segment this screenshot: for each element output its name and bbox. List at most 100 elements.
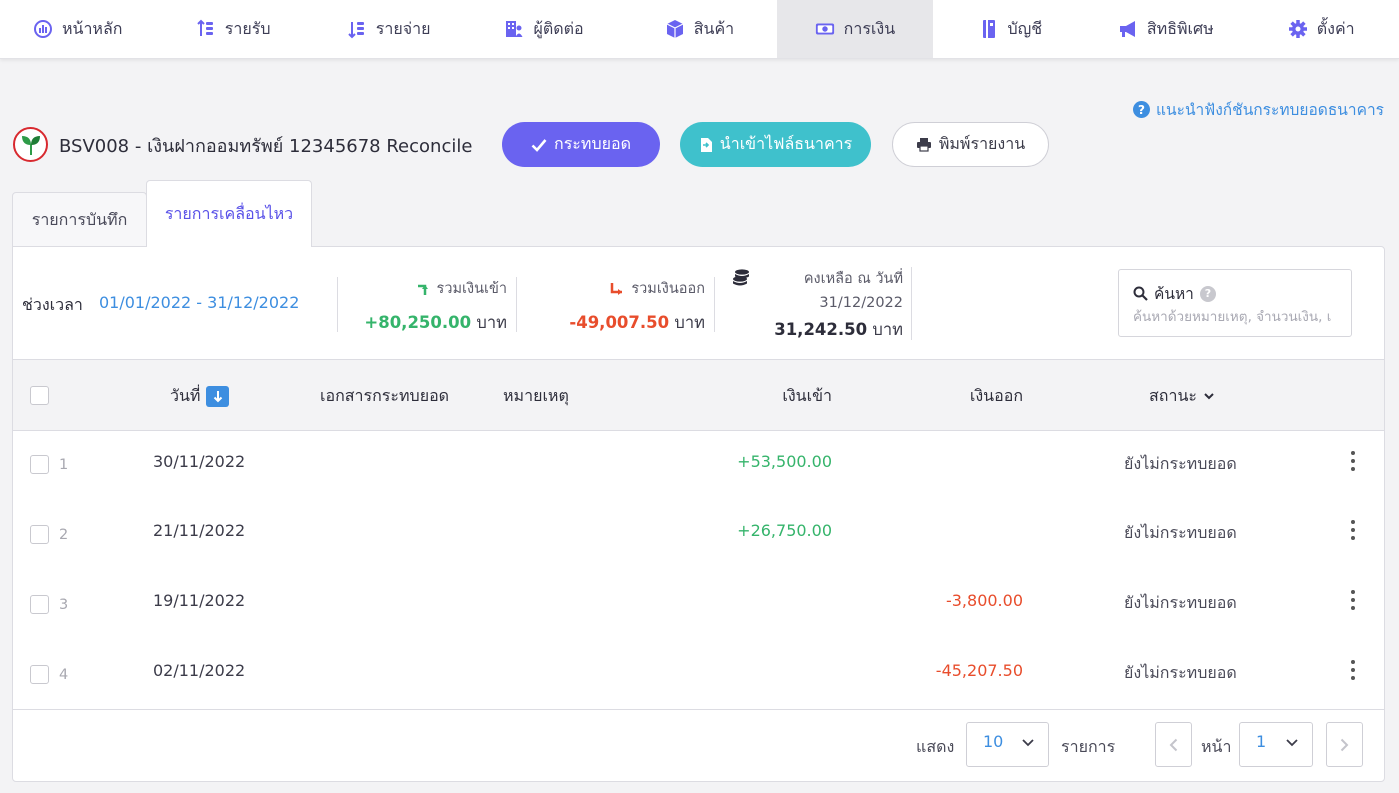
top-navigation: หน้าหลัก รายรับ รายจ่าย ผู้ติดต่อ สินค้า… (0, 0, 1399, 59)
tab-label: รายการเคลื่อนไหว (164, 203, 294, 223)
prev-page-button[interactable] (1155, 722, 1192, 767)
reconcile-button[interactable]: กระทบยอด (502, 122, 660, 167)
table-row[interactable]: 3 19/11/2022 -3,800.00 ยังไม่กระทบยอด (13, 571, 1384, 641)
nav-item-finance[interactable]: การเงิน (777, 0, 933, 58)
reconcile-help-link[interactable]: ? แนะนำฟังก์ชันกระทบยอดธนาคาร (1133, 97, 1384, 122)
total-in-label: รวมเงินเข้า (436, 281, 507, 297)
row-date: 19/11/2022 (153, 591, 246, 610)
total-out-value: -49,007.50 (569, 313, 670, 332)
summary-bar: ช่วงเวลา 01/01/2022 - 31/12/2022 รวมเงิน… (13, 247, 1384, 360)
nav-label: สิทธิพิเศษ (1146, 18, 1214, 38)
nav-item-settings[interactable]: ตั้งค่า (1244, 0, 1399, 58)
select-all-checkbox[interactable] (30, 386, 49, 405)
product-box-icon (665, 19, 685, 39)
row-checkbox[interactable] (30, 595, 49, 614)
chevron-down-icon (1022, 739, 1034, 747)
column-note: หมายเหตุ (503, 386, 569, 405)
nav-item-accounting[interactable]: บัญชี (933, 0, 1088, 58)
column-status-label: สถานะ (1149, 386, 1197, 405)
row-number: 1 (59, 457, 69, 473)
row-checkbox[interactable] (30, 455, 49, 474)
row-more-icon[interactable] (1348, 590, 1358, 610)
balance-stat: คงเหลือ ณ วันที่ 31/12/2022 31,242.50 บา… (753, 267, 903, 343)
row-money-in: +53,500.00 (737, 452, 832, 471)
table-row[interactable]: 1 30/11/2022 +53,500.00 ยังไม่กระทบยอด (13, 431, 1384, 501)
ledger-icon (979, 19, 999, 39)
nav-label: ตั้งค่า (1316, 18, 1355, 38)
currency-unit: บาท (476, 313, 507, 332)
row-status: ยังไม่กระทบยอด (1124, 663, 1237, 682)
items-label: รายการ (1061, 737, 1116, 756)
currency-unit: บาท (872, 320, 903, 339)
printer-icon (916, 138, 931, 152)
tab-movements[interactable]: รายการเคลื่อนไหว (146, 180, 312, 247)
search-box: ค้นหา ? (1118, 269, 1352, 337)
total-in-value: +80,250.00 (364, 313, 472, 332)
total-out-stat: รวมเงินออก -49,007.50 บาท (533, 277, 705, 336)
row-status: ยังไม่กระทบยอด (1124, 454, 1237, 473)
nav-item-privileges[interactable]: สิทธิพิเศษ (1088, 0, 1243, 58)
currency-unit: บาท (674, 313, 705, 332)
arrow-up-right-icon (417, 284, 428, 295)
per-page-select[interactable]: 10 (966, 722, 1049, 767)
contacts-icon (504, 19, 524, 39)
row-more-icon[interactable] (1348, 660, 1358, 680)
nav-item-products[interactable]: สินค้า (622, 0, 777, 58)
nav-label: หน้าหลัก (61, 18, 123, 38)
nav-item-contacts[interactable]: ผู้ติดต่อ (466, 0, 621, 58)
help-link-label: แนะนำฟังก์ชันกระทบยอดธนาคาร (1156, 101, 1384, 119)
page-select[interactable]: 1 (1239, 722, 1313, 767)
tab-recorded-items[interactable]: รายการบันทึก (12, 192, 147, 247)
row-more-icon[interactable] (1348, 520, 1358, 540)
nav-item-income[interactable]: รายรับ (155, 0, 310, 58)
chevron-down-icon (1286, 739, 1298, 747)
import-bank-file-button[interactable]: นำเข้าไฟล์ธนาคาร (680, 122, 871, 167)
row-status: ยังไม่กระทบยอด (1124, 593, 1237, 612)
nav-item-expense[interactable]: รายจ่าย (311, 0, 466, 58)
search-input[interactable] (1133, 306, 1347, 328)
balance-label: คงเหลือ ณ วันที่ (803, 271, 903, 287)
check-icon (531, 138, 547, 152)
show-label: แสดง (916, 737, 955, 756)
row-date: 02/11/2022 (153, 661, 246, 680)
income-icon (196, 19, 216, 39)
next-page-button[interactable] (1326, 722, 1363, 767)
column-money-in: เงินเข้า (782, 386, 832, 405)
dashboard-icon (33, 19, 53, 39)
file-import-icon (700, 137, 712, 152)
row-money-out: -45,207.50 (935, 661, 1023, 680)
per-page-value: 10 (983, 732, 1004, 751)
chevron-left-icon (1169, 738, 1178, 751)
nav-label: รายจ่าย (375, 18, 431, 38)
expense-icon (347, 19, 367, 39)
column-status[interactable]: สถานะ (1149, 384, 1214, 409)
row-checkbox[interactable] (30, 665, 49, 684)
import-button-label: นำเข้าไฟล์ธนาคาร (719, 134, 853, 153)
megaphone-icon (1118, 19, 1138, 39)
money-icon (815, 19, 835, 39)
row-status: ยังไม่กระทบยอด (1124, 523, 1237, 542)
search-help-icon[interactable]: ? (1199, 285, 1216, 302)
row-more-icon[interactable] (1348, 451, 1358, 471)
balance-value: 31,242.50 (774, 320, 868, 339)
nav-label: รายรับ (224, 18, 271, 38)
row-checkbox[interactable] (30, 525, 49, 544)
movements-panel: ช่วงเวลา 01/01/2022 - 31/12/2022 รวมเงิน… (12, 246, 1385, 782)
table-row[interactable]: 2 21/11/2022 +26,750.00 ยังไม่กระทบยอด (13, 501, 1384, 571)
column-money-out: เงินออก (969, 386, 1023, 405)
print-report-button[interactable]: พิมพ์รายงาน (892, 122, 1049, 167)
column-date-label: วันที่ (170, 386, 201, 405)
table-row[interactable]: 4 02/11/2022 -45,207.50 ยังไม่กระทบยอด (13, 641, 1384, 711)
sort-down-icon[interactable] (206, 386, 230, 407)
row-number: 3 (59, 597, 69, 613)
chevron-right-icon (1340, 738, 1349, 751)
divider (714, 277, 715, 332)
tab-label: รายการบันทึก (31, 209, 128, 229)
column-date[interactable]: วันที่ (170, 384, 230, 409)
nav-item-dashboard[interactable]: หน้าหลัก (0, 0, 155, 58)
pagination-bar: แสดง 10 รายการ หน้า 1 (13, 709, 1384, 782)
row-date: 30/11/2022 (153, 452, 246, 471)
nav-label: การเงิน (843, 18, 896, 38)
period-date-range[interactable]: 01/01/2022 - 31/12/2022 (99, 293, 299, 312)
reconcile-button-label: กระทบยอด (554, 134, 631, 153)
